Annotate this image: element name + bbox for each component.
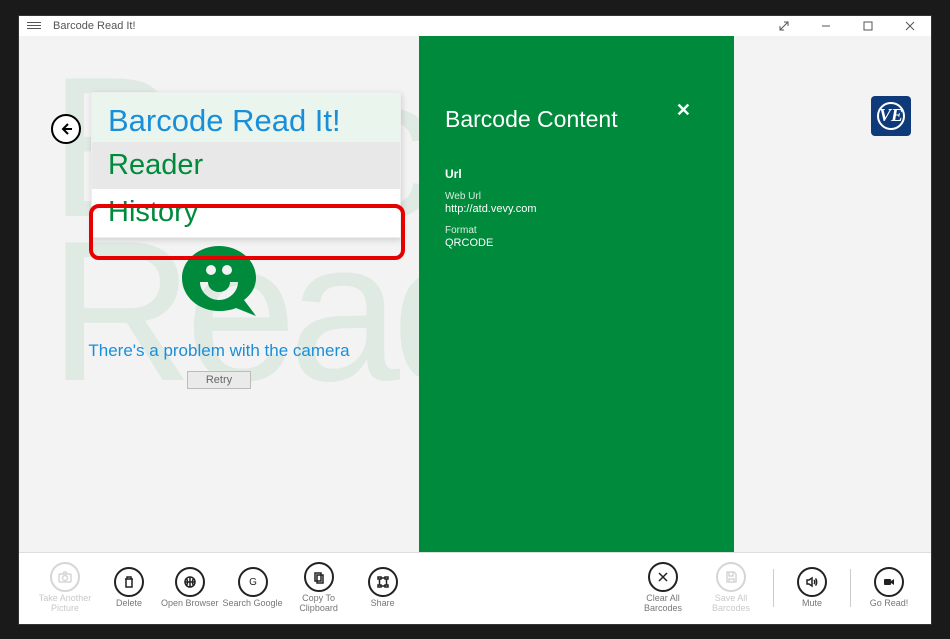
navigation-dropdown: Barcode Read It! Reader History — [91, 92, 401, 239]
barcode-content-panel: ✕ Barcode Content Url Web Url http://atd… — [419, 36, 709, 552]
arrow-left-icon — [59, 122, 73, 136]
dropdown-header: Barcode Read It! — [92, 93, 400, 142]
camera-error-block: There's a problem with the camera Retry — [19, 236, 419, 389]
format-label: Format — [445, 225, 683, 236]
camera-icon — [58, 570, 72, 584]
back-button[interactable] — [51, 114, 81, 144]
hamburger-menu-icon[interactable] — [23, 18, 45, 33]
clear-all-label: Clear All Barcodes — [631, 594, 695, 614]
window-controls — [767, 16, 927, 36]
go-read-label: Go Read! — [870, 599, 909, 609]
save-all-button: Save All Barcodes — [699, 562, 763, 614]
toolbar-divider-2 — [850, 569, 851, 607]
camera-error-message: There's a problem with the camera — [19, 341, 419, 361]
globe-icon — [183, 575, 197, 589]
clipboard-icon — [312, 570, 326, 584]
side-stripe — [709, 36, 734, 552]
brand-logo: VE — [871, 96, 911, 136]
speaker-icon — [805, 575, 819, 589]
clear-all-button[interactable]: Clear All Barcodes — [631, 562, 695, 614]
copy-clipboard-label: Copy To Clipboard — [287, 594, 351, 614]
panel-section: Url — [445, 167, 683, 181]
bottom-toolbar: Take Another Picture Delete Open Browser… — [19, 552, 931, 624]
brand-logo-text: VE — [877, 102, 905, 130]
mute-button[interactable]: Mute — [784, 567, 840, 609]
copy-clipboard-button[interactable]: Copy To Clipboard — [287, 562, 351, 614]
window-title: Barcode Read It! — [53, 20, 767, 32]
delete-label: Delete — [116, 599, 142, 609]
save-all-label: Save All Barcodes — [699, 594, 763, 614]
close-button[interactable] — [893, 16, 927, 36]
content-area: Barcod Read It There's a problem with th… — [19, 36, 931, 552]
take-picture-button: Take Another Picture — [33, 562, 97, 614]
camera-error-icon — [164, 236, 274, 326]
take-picture-label: Take Another Picture — [33, 594, 97, 614]
web-url-value: http://atd.vevy.com — [445, 203, 683, 215]
search-google-button[interactable]: G Search Google — [223, 567, 283, 609]
app-window: Barcode Read It! Barcod Read It There's … — [18, 15, 932, 625]
go-read-button[interactable]: Go Read! — [861, 567, 917, 609]
minimize-button[interactable] — [809, 16, 843, 36]
titlebar: Barcode Read It! — [19, 16, 931, 36]
delete-button[interactable]: Delete — [101, 567, 157, 609]
svg-text:G: G — [249, 577, 257, 588]
expand-button[interactable] — [767, 16, 801, 36]
save-icon — [724, 570, 738, 584]
share-icon — [376, 575, 390, 589]
trash-icon — [122, 575, 136, 589]
format-value: QRCODE — [445, 237, 683, 249]
maximize-button[interactable] — [851, 16, 885, 36]
share-button[interactable]: Share — [355, 567, 411, 609]
x-icon — [656, 570, 670, 584]
panel-close-button[interactable]: ✕ — [676, 100, 691, 121]
search-google-label: Search Google — [223, 599, 283, 609]
mute-label: Mute — [802, 599, 822, 609]
share-label: Share — [371, 599, 395, 609]
google-icon: G — [246, 575, 260, 589]
menu-item-reader[interactable]: Reader — [92, 142, 400, 190]
toolbar-divider — [773, 569, 774, 607]
menu-item-history[interactable]: History — [92, 189, 400, 237]
panel-title: Barcode Content — [445, 106, 683, 133]
video-icon — [882, 575, 896, 589]
open-browser-button[interactable]: Open Browser — [161, 567, 219, 609]
open-browser-label: Open Browser — [161, 599, 219, 609]
retry-button[interactable]: Retry — [187, 371, 251, 389]
web-url-label: Web Url — [445, 191, 683, 202]
